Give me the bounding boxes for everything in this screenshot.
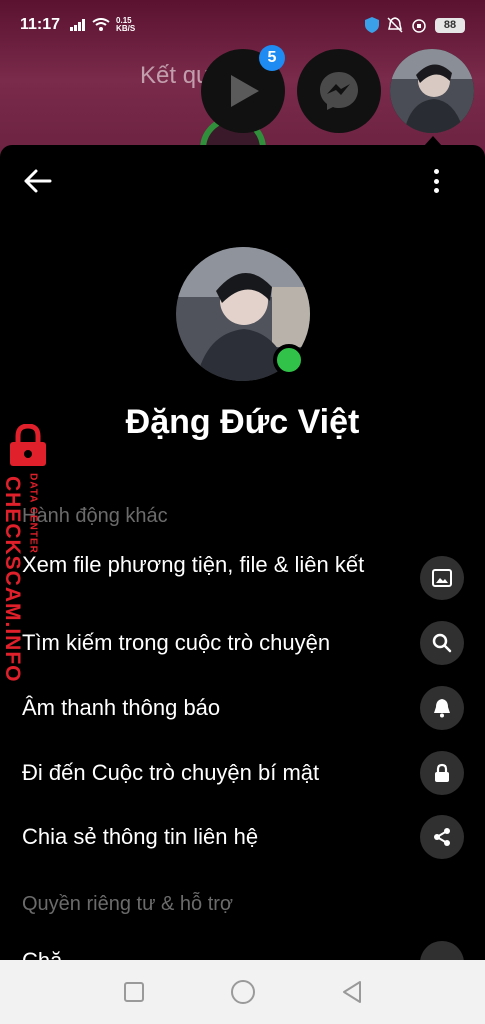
recent-apps-icon[interactable] xyxy=(123,981,145,1003)
action-notification-sound[interactable]: Âm thanh thông báo xyxy=(0,684,485,732)
alarm-icon xyxy=(412,19,426,33)
action-label: Tìm kiếm trong cuộc trò chuyện xyxy=(22,630,331,655)
system-navigation-bar xyxy=(0,960,485,1024)
action-label: Chặ xyxy=(22,947,372,960)
more-dot-icon xyxy=(433,169,439,174)
section-privacy-support: Quyền riêng tư & hỗ trợ xyxy=(22,893,234,915)
back-arrow-icon xyxy=(24,169,52,193)
shield-icon xyxy=(365,17,379,33)
back-button[interactable] xyxy=(22,167,54,195)
conversation-details-sheet: Đặng Đức Việt Hành động khác Xem file ph… xyxy=(0,145,485,960)
action-label: Xem file phương tiện, file & liên kết xyxy=(22,552,365,577)
status-bar: 11:17 0.15 KB/S 88 xyxy=(0,0,485,50)
action-label: Đi đến Cuộc trò chuyện bí mật xyxy=(22,760,320,785)
action-search-conversation[interactable]: Tìm kiếm trong cuộc trò chuyện xyxy=(0,619,485,667)
action-label: Âm thanh thông báo xyxy=(22,695,221,720)
block-icon xyxy=(420,941,464,960)
action-label: Chia sẻ thông tin liên hệ xyxy=(22,824,259,849)
action-share-contact[interactable]: Chia sẻ thông tin liên hệ xyxy=(0,813,485,861)
status-time: 11:17 xyxy=(20,16,61,33)
notification-badge: 5 xyxy=(259,45,285,71)
mute-bell-icon xyxy=(387,17,403,33)
more-dot-icon xyxy=(433,188,439,193)
watermark-sub: DATA CENTER xyxy=(27,473,39,554)
play-icon xyxy=(231,75,259,107)
search-icon xyxy=(420,621,464,665)
share-icon xyxy=(420,815,464,859)
back-nav-icon[interactable] xyxy=(341,980,363,1004)
image-icon xyxy=(420,556,464,600)
profile-name: Đặng Đức Việt xyxy=(125,403,360,441)
action-view-media[interactable]: Xem file phương tiện, file & liên kết xyxy=(0,547,485,607)
avatar xyxy=(390,49,474,133)
more-dot-icon xyxy=(433,178,439,184)
messenger-chat-head[interactable] xyxy=(297,49,381,133)
home-icon[interactable] xyxy=(230,979,256,1005)
messenger-icon xyxy=(320,72,358,110)
checkscam-watermark: CHECKSCAM.INFO DATA CENTER xyxy=(0,424,60,683)
action-secret-conversation[interactable]: Đi đến Cuộc trò chuyện bí mật xyxy=(0,749,485,797)
network-speed: 0.15 KB/S xyxy=(116,16,136,33)
contact-chat-head[interactable] xyxy=(390,49,474,133)
battery-indicator: 88 xyxy=(435,17,465,33)
action-block[interactable]: Chặ xyxy=(0,937,485,960)
bell-icon xyxy=(420,686,464,730)
background-search-text: Kết qu xyxy=(140,62,210,89)
online-status-indicator xyxy=(273,344,305,376)
more-options-button[interactable] xyxy=(424,165,448,197)
wifi-icon xyxy=(92,18,110,31)
lock-icon xyxy=(420,751,464,795)
watermark-brand: CHECKSCAM.INFO xyxy=(1,476,24,683)
signal-icon xyxy=(70,19,86,31)
